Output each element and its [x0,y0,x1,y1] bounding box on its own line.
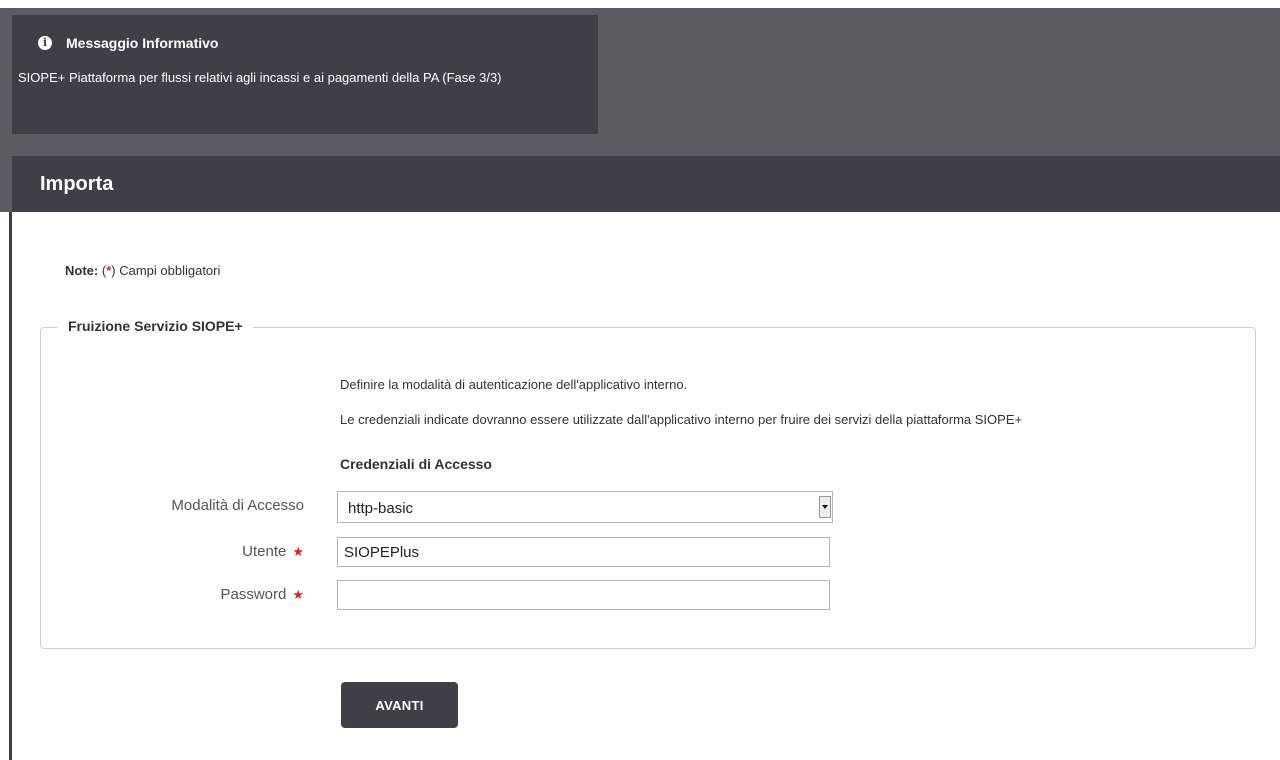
info-message-text: SIOPE+ Piattaforma per flussi relativi a… [18,70,502,85]
fieldset-legend: Fruizione Servizio SIOPE+ [58,318,253,334]
content-left-line [9,212,12,760]
access-mode-label: Modalità di Accesso [100,497,304,514]
fieldset-description-1: Definire la modalità di autenticazione d… [340,377,688,392]
info-message-title: i Messaggio Informativo [38,35,584,51]
user-label-text: Utente [242,543,287,560]
access-mode-label-text: Modalità di Accesso [171,497,304,514]
info-message-box: i Messaggio Informativo SIOPE+ Piattafor… [12,15,598,134]
user-input[interactable] [337,537,830,567]
user-required-star-icon: ★ [292,544,304,559]
top-strip [0,0,1280,8]
info-icon: i [38,36,52,50]
info-title-text: Messaggio Informativo [66,35,219,51]
fieldset-description-2: Le credenziali indicate dovranno essere … [340,412,1023,427]
password-required-star-icon: ★ [292,587,304,602]
access-mode-value: http-basic [348,500,414,517]
content-left-margin [0,212,9,760]
next-button[interactable]: AVANTI [341,682,458,728]
password-label-text: Password [220,586,287,603]
note-label: Note: [65,263,99,278]
password-label: Password ★ [100,586,304,603]
access-mode-select[interactable]: http-basic [337,491,833,523]
note-close: ) [111,263,116,278]
credentials-section-title: Credenziali di Accesso [340,456,492,472]
page-title: Importa [12,156,1280,212]
required-note: Note: (*) Campi obbligatori [65,263,220,278]
note-text: Campi obbligatori [119,263,221,278]
user-label: Utente ★ [100,543,304,560]
select-dropdown-button[interactable] [819,496,831,518]
chevron-down-icon [822,505,828,509]
password-input[interactable] [337,580,830,610]
